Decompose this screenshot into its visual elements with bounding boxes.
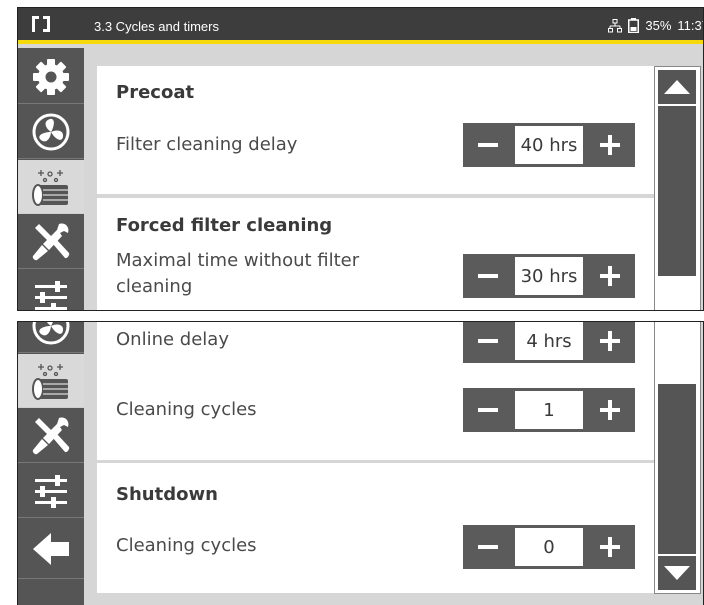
arrow-up-icon bbox=[664, 80, 690, 94]
scroll-thumb[interactable] bbox=[658, 384, 696, 554]
arrow-down-icon bbox=[664, 566, 690, 580]
stepper-value[interactable]: 0 bbox=[515, 528, 583, 566]
content-area: Online delay 4 hrs Cleaning cycles 1 Shu… bbox=[97, 322, 654, 605]
increment-button[interactable] bbox=[585, 525, 635, 569]
network-icon bbox=[608, 18, 623, 32]
plus-icon bbox=[600, 331, 620, 351]
plus-icon bbox=[600, 135, 620, 155]
sidebar-item-service[interactable] bbox=[18, 215, 84, 269]
sidebar-item-filter-cleaning[interactable] bbox=[18, 160, 84, 214]
minus-icon bbox=[478, 143, 498, 147]
scrollbar[interactable] bbox=[654, 322, 701, 594]
row-label: Online delay bbox=[116, 329, 229, 350]
increment-button[interactable] bbox=[585, 388, 635, 432]
battery-icon bbox=[628, 18, 640, 33]
plus-icon bbox=[600, 537, 620, 557]
decrement-button[interactable] bbox=[463, 254, 513, 298]
sidebar-item-sliders[interactable] bbox=[18, 464, 84, 518]
plus-icon bbox=[600, 400, 620, 420]
minus-icon bbox=[478, 545, 498, 549]
fan-icon bbox=[32, 113, 70, 150]
clock: 11:37 bbox=[677, 18, 703, 33]
scroll-thumb[interactable] bbox=[658, 106, 696, 276]
row-label: Cleaning cycles bbox=[116, 535, 257, 556]
top-bar: 3.3 Cycles and timers 35% 11:37 bbox=[18, 8, 703, 44]
decrement-button[interactable] bbox=[463, 388, 513, 432]
scroll-down-button[interactable] bbox=[658, 556, 696, 590]
row-label: Filter cleaning delay bbox=[116, 134, 298, 155]
sidebar-item-fan[interactable] bbox=[18, 105, 84, 159]
plus-icon bbox=[600, 266, 620, 286]
increment-button[interactable] bbox=[585, 254, 635, 298]
online-delay-stepper: 4 hrs bbox=[463, 322, 635, 363]
increment-button[interactable] bbox=[585, 322, 635, 363]
filter-cleaning-icon bbox=[32, 169, 68, 206]
section-title: Shutdown bbox=[116, 484, 218, 505]
filter-cleaning-icon bbox=[32, 363, 68, 400]
stepper-value[interactable]: 4 hrs bbox=[515, 322, 583, 360]
settings-gear-icon bbox=[33, 58, 69, 95]
decrement-button[interactable] bbox=[463, 525, 513, 569]
battery-level: 35% bbox=[645, 18, 672, 33]
service-tools-icon bbox=[32, 223, 70, 260]
page-title: 3.3 Cycles and timers bbox=[94, 19, 219, 34]
filter-cleaning-delay-stepper: 40 hrs bbox=[463, 123, 635, 167]
brand-logo bbox=[32, 16, 50, 32]
sidebar-item-settings[interactable] bbox=[18, 50, 84, 104]
service-tools-icon bbox=[32, 417, 70, 454]
sidebar-item-sliders[interactable] bbox=[18, 270, 84, 310]
sidebar bbox=[18, 48, 84, 310]
sidebar-item-filter-cleaning[interactable] bbox=[18, 354, 84, 408]
stepper-value[interactable]: 1 bbox=[515, 391, 583, 429]
sidebar-item-service[interactable] bbox=[18, 409, 84, 463]
fan-icon bbox=[32, 322, 70, 344]
increment-button[interactable] bbox=[585, 123, 635, 167]
scrollbar[interactable] bbox=[654, 66, 701, 310]
decrement-button[interactable] bbox=[463, 123, 513, 167]
sliders-icon bbox=[35, 474, 67, 508]
screen-top: 3.3 Cycles and timers 35% 11:37 bbox=[17, 7, 704, 311]
section-forced-filter-cleaning-cont: Online delay 4 hrs Cleaning cycles 1 bbox=[97, 322, 654, 460]
section-title: Precoat bbox=[116, 82, 195, 103]
sidebar-item-fan[interactable] bbox=[18, 322, 84, 353]
stepper-value[interactable]: 30 hrs bbox=[515, 257, 583, 295]
row-label-line1: Maximal time without filter bbox=[116, 250, 360, 271]
section-precoat: Precoat Filter cleaning delay 40 hrs bbox=[97, 66, 654, 194]
minus-icon bbox=[478, 274, 498, 278]
forced-cleaning-cycles-stepper: 1 bbox=[463, 388, 635, 432]
shutdown-cleaning-cycles-stepper: 0 bbox=[463, 525, 635, 569]
section-shutdown: Shutdown Cleaning cycles 0 bbox=[97, 463, 654, 593]
row-label-line2: cleaning bbox=[116, 276, 193, 297]
sidebar bbox=[18, 322, 84, 605]
stepper-value[interactable]: 40 hrs bbox=[515, 126, 583, 164]
minus-icon bbox=[478, 408, 498, 412]
sliders-icon bbox=[35, 280, 67, 310]
decrement-button[interactable] bbox=[463, 322, 513, 363]
minus-icon bbox=[478, 339, 498, 343]
screen-bottom: Online delay 4 hrs Cleaning cycles 1 Shu… bbox=[17, 321, 704, 605]
row-label: Cleaning cycles bbox=[116, 399, 257, 420]
back-arrow-icon bbox=[33, 532, 69, 565]
section-title: Forced filter cleaning bbox=[116, 215, 333, 236]
content-area: Precoat Filter cleaning delay 40 hrs For… bbox=[97, 48, 654, 310]
max-time-stepper: 30 hrs bbox=[463, 254, 635, 298]
section-forced-filter-cleaning: Forced filter cleaning Maximal time with… bbox=[97, 198, 654, 310]
status-area: 35% 11:37 bbox=[608, 18, 703, 33]
back-button[interactable] bbox=[18, 519, 84, 579]
scroll-up-button[interactable] bbox=[658, 70, 696, 104]
